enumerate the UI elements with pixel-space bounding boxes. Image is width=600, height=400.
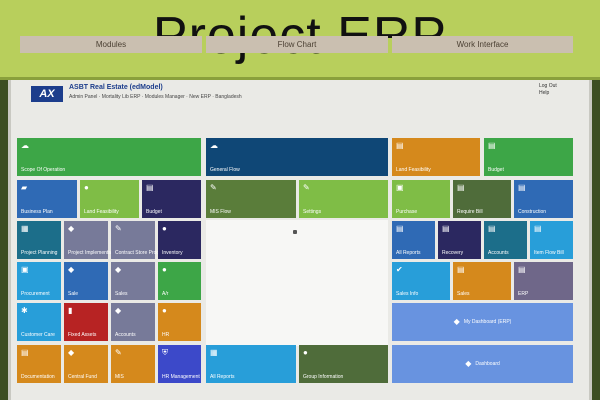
wrench-icon: ✎	[115, 348, 122, 357]
tile-project-implementation[interactable]: ◆ Project Implementation	[64, 221, 119, 259]
cloud-icon: ☁	[210, 141, 218, 150]
chart-icon: ▦	[21, 224, 29, 233]
chart-icon: ▦	[210, 348, 218, 357]
tile-mis-flow[interactable]: ✎ MIS Flow	[206, 180, 296, 218]
user-icon: ●	[84, 183, 89, 192]
tile-budget-work[interactable]: ▤ Budget	[484, 138, 573, 176]
tile-inventory[interactable]: ● Inventory	[158, 221, 201, 259]
document-icon: ▤	[518, 183, 526, 192]
bag-icon: ▣	[21, 265, 29, 274]
document-icon: ▤	[457, 183, 465, 192]
company-logo: AX	[31, 86, 63, 102]
tile-sales[interactable]: ◆ Sales	[111, 262, 155, 300]
document-icon: ▤	[396, 141, 404, 150]
column-header-flow-chart[interactable]: Flow Chart	[206, 36, 388, 53]
help-link[interactable]: Help	[539, 90, 557, 97]
column-header-work-interface[interactable]: Work Interface	[392, 36, 573, 53]
tile-hr[interactable]: ● HR	[158, 303, 201, 341]
document-icon: ▤	[146, 183, 154, 192]
tile-land-feasibility-work[interactable]: ▤ Land Feasibility	[392, 138, 480, 176]
tile-contract-store[interactable]: ✎ Contract Store Process	[111, 221, 167, 259]
tile-hr-management[interactable]: ⛨ HR Management	[158, 345, 201, 383]
tag-icon: ▰	[21, 183, 28, 192]
column-header-modules[interactable]: Modules	[20, 36, 202, 53]
tag-icon: ◆	[68, 224, 75, 233]
user-icon: ●	[162, 306, 167, 315]
tag-icon: ◆	[68, 265, 75, 274]
tile-scope-of-operation[interactable]: ☁ Scope Of Operation	[17, 138, 201, 176]
tile-budget[interactable]: ▤ Budget	[142, 180, 201, 218]
tile-purchase[interactable]: ▣ Purchase	[392, 180, 450, 218]
document-icon: ▤	[534, 224, 542, 233]
document-icon: ▤	[488, 224, 496, 233]
tile-sales-work[interactable]: ▤ Sales	[453, 262, 511, 300]
tile-all-reports-work[interactable]: ▤ All Reports	[392, 221, 435, 259]
tile-customer-care[interactable]: ✱ Customer Care	[17, 303, 61, 341]
tile-accounts[interactable]: ◆ Accounts	[111, 303, 155, 341]
tile-sale[interactable]: ◆ Sale	[64, 262, 108, 300]
company-name: ASBT Real Estate (edModel)	[69, 84, 163, 91]
user-icon: ●	[303, 348, 308, 357]
tag-icon: ◆	[115, 265, 122, 274]
top-links: Log Out Help	[539, 83, 557, 97]
tile-general-flow[interactable]: ☁ General Flow	[206, 138, 388, 176]
logout-link[interactable]: Log Out	[539, 83, 557, 90]
tile-land-feasibility[interactable]: ● Land Feasibility	[80, 180, 139, 218]
tile-accounts-work[interactable]: ▤ Accounts	[484, 221, 527, 259]
wrench-icon: ✎	[303, 183, 310, 192]
tile-my-dashboard[interactable]: ◆ My Dashboard (ERP)	[392, 303, 573, 341]
app-breadcrumb: Admin Panel · Mortality Lib ERP · Module…	[69, 94, 242, 100]
document-icon: ▤	[21, 348, 29, 357]
tile-group-information[interactable]: ● Group Information	[299, 345, 388, 383]
document-icon: ▤	[488, 141, 496, 150]
bag-icon: ▣	[396, 183, 404, 192]
document-icon: ▤	[396, 224, 404, 233]
tile-settings[interactable]: ✎ Settings	[299, 180, 388, 218]
building-icon: ▮	[68, 306, 73, 315]
tag-icon: ◆	[115, 306, 122, 315]
flow-chart-canvas	[206, 220, 388, 346]
tile-construction[interactable]: ▤ Construction	[514, 180, 573, 218]
tile-ar[interactable]: ● A/r	[158, 262, 201, 300]
tile-project-planning[interactable]: ▦ Project Planning	[17, 221, 61, 259]
wrench-icon: ✎	[115, 224, 122, 233]
tile-central-fund[interactable]: ◆ Central Fund	[64, 345, 108, 383]
check-icon: ✔	[396, 265, 403, 274]
tag-icon: ◆	[68, 348, 75, 357]
tag-icon: ◆	[453, 317, 460, 326]
tag-icon: ◆	[465, 359, 472, 368]
document-icon: ▤	[442, 224, 450, 233]
tile-item-flow-bill[interactable]: ▤ Item Flow Bill	[530, 221, 573, 259]
canvas-marker	[293, 230, 297, 234]
tile-dashboard[interactable]: ◆ Dashboard	[392, 345, 573, 383]
shield-icon: ⛨	[162, 348, 168, 357]
tile-mis[interactable]: ✎ MIS	[111, 345, 155, 383]
tile-fixed-assets[interactable]: ▮ Fixed Assets	[64, 303, 108, 341]
cloud-icon: ☁	[21, 141, 29, 150]
tile-documentation[interactable]: ▤ Documentation	[17, 345, 61, 383]
document-icon: ▤	[457, 265, 465, 274]
tile-business-plan[interactable]: ▰ Business Plan	[17, 180, 77, 218]
tile-recovery[interactable]: ▤ Recovery	[438, 221, 481, 259]
coin-icon: ●	[162, 265, 167, 274]
tile-procurement[interactable]: ▣ Procurement	[17, 262, 61, 300]
tile-erp[interactable]: ▤ ERP	[514, 262, 573, 300]
wrench-icon: ✎	[210, 183, 217, 192]
tile-require-bill[interactable]: ▤ Require Bill	[453, 180, 511, 218]
tile-all-reports[interactable]: ▦ All Reports	[206, 345, 296, 383]
document-icon: ▤	[518, 265, 526, 274]
box-icon: ●	[162, 224, 167, 233]
gear-icon: ✱	[21, 306, 28, 315]
tile-sales-info[interactable]: ✔ Sales Info	[392, 262, 450, 300]
